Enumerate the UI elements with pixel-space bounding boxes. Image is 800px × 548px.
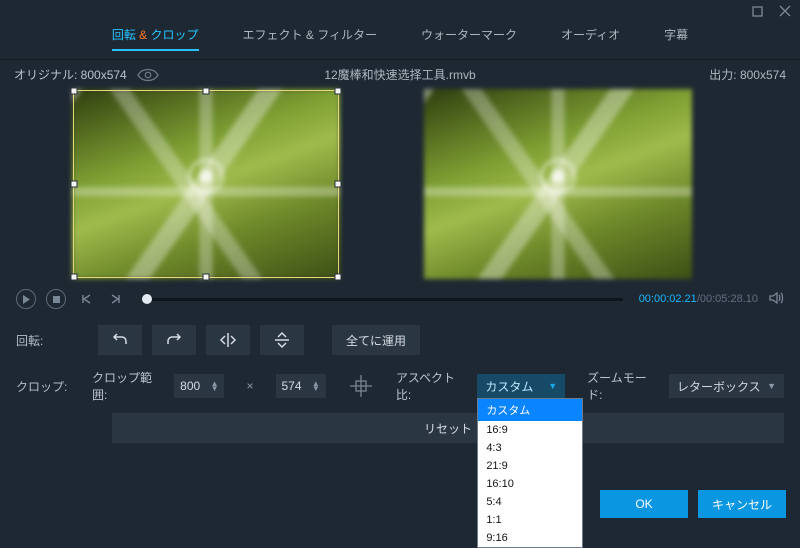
zoom-mode-select[interactable]: レターボックス▼ — [669, 374, 784, 398]
tab-audio[interactable]: オーディオ — [561, 26, 620, 51]
apply-all-button[interactable]: 全てに運用 — [332, 325, 420, 355]
crop-range-label: クロップ範囲: — [92, 369, 152, 403]
center-crop-icon[interactable] — [348, 373, 374, 399]
aspect-option[interactable]: 16:9 — [478, 421, 582, 439]
stop-button[interactable] — [46, 289, 66, 309]
chevron-down-icon: ▼ — [548, 381, 557, 391]
tab-subtitle[interactable]: 字幕 — [664, 26, 688, 51]
original-preview[interactable] — [72, 89, 340, 279]
next-frame-button[interactable] — [106, 289, 126, 309]
timecode: 00:00:02.21/00:05:28.10 — [639, 293, 758, 305]
aspect-ratio-label: アスペクト比: — [396, 369, 455, 403]
tab-rotate-crop[interactable]: 回転 & クロップ — [112, 26, 199, 51]
rotate-ccw-button[interactable] — [98, 325, 142, 355]
rotate-label: 回転: — [16, 332, 70, 349]
crop-label: クロップ: — [16, 378, 70, 395]
aspect-option[interactable]: 1:1 — [478, 511, 582, 529]
aspect-option[interactable]: 5:4 — [478, 493, 582, 511]
original-size-label: オリジナル: 800x574 — [14, 66, 127, 83]
aspect-option[interactable]: 4:3 — [478, 439, 582, 457]
output-preview — [424, 89, 692, 279]
chevron-down-icon: ▼ — [767, 381, 776, 391]
play-button[interactable] — [16, 289, 36, 309]
aspect-option[interactable]: カスタム — [478, 399, 582, 421]
cancel-button[interactable]: キャンセル — [698, 490, 786, 518]
aspect-ratio-select[interactable]: カスタム▼ カスタム16:94:321:916:105:41:19:16 — [477, 374, 565, 398]
window-close-icon[interactable] — [778, 4, 792, 18]
preview-eye-icon[interactable] — [137, 68, 159, 82]
ok-button[interactable]: OK — [600, 490, 688, 518]
output-size-label: 出力: 800x574 — [709, 66, 786, 83]
rotate-cw-button[interactable] — [152, 325, 196, 355]
flip-vertical-button[interactable] — [260, 325, 304, 355]
crop-width-input[interactable]: 800▲▼ — [174, 374, 224, 398]
tab-effect-filter[interactable]: エフェクト & フィルター — [243, 26, 377, 51]
tab-watermark[interactable]: ウォーターマーク — [421, 26, 517, 51]
aspect-option[interactable]: 21:9 — [478, 457, 582, 475]
window-maximize-icon[interactable] — [750, 4, 764, 18]
volume-icon[interactable] — [768, 290, 784, 309]
aspect-option[interactable]: 9:16 — [478, 529, 582, 547]
tab-bar: 回転 & クロップ エフェクト & フィルター ウォーターマーク オーディオ 字… — [0, 22, 800, 60]
zoom-mode-label: ズームモード: — [587, 369, 647, 403]
seek-slider[interactable] — [142, 298, 623, 301]
prev-frame-button[interactable] — [76, 289, 96, 309]
aspect-ratio-dropdown: カスタム16:94:321:916:105:41:19:16 — [477, 398, 583, 548]
flip-horizontal-button[interactable] — [206, 325, 250, 355]
reset-button[interactable]: リセット — [112, 413, 784, 443]
crop-height-input[interactable]: 574▲▼ — [276, 374, 326, 398]
aspect-option[interactable]: 16:10 — [478, 475, 582, 493]
